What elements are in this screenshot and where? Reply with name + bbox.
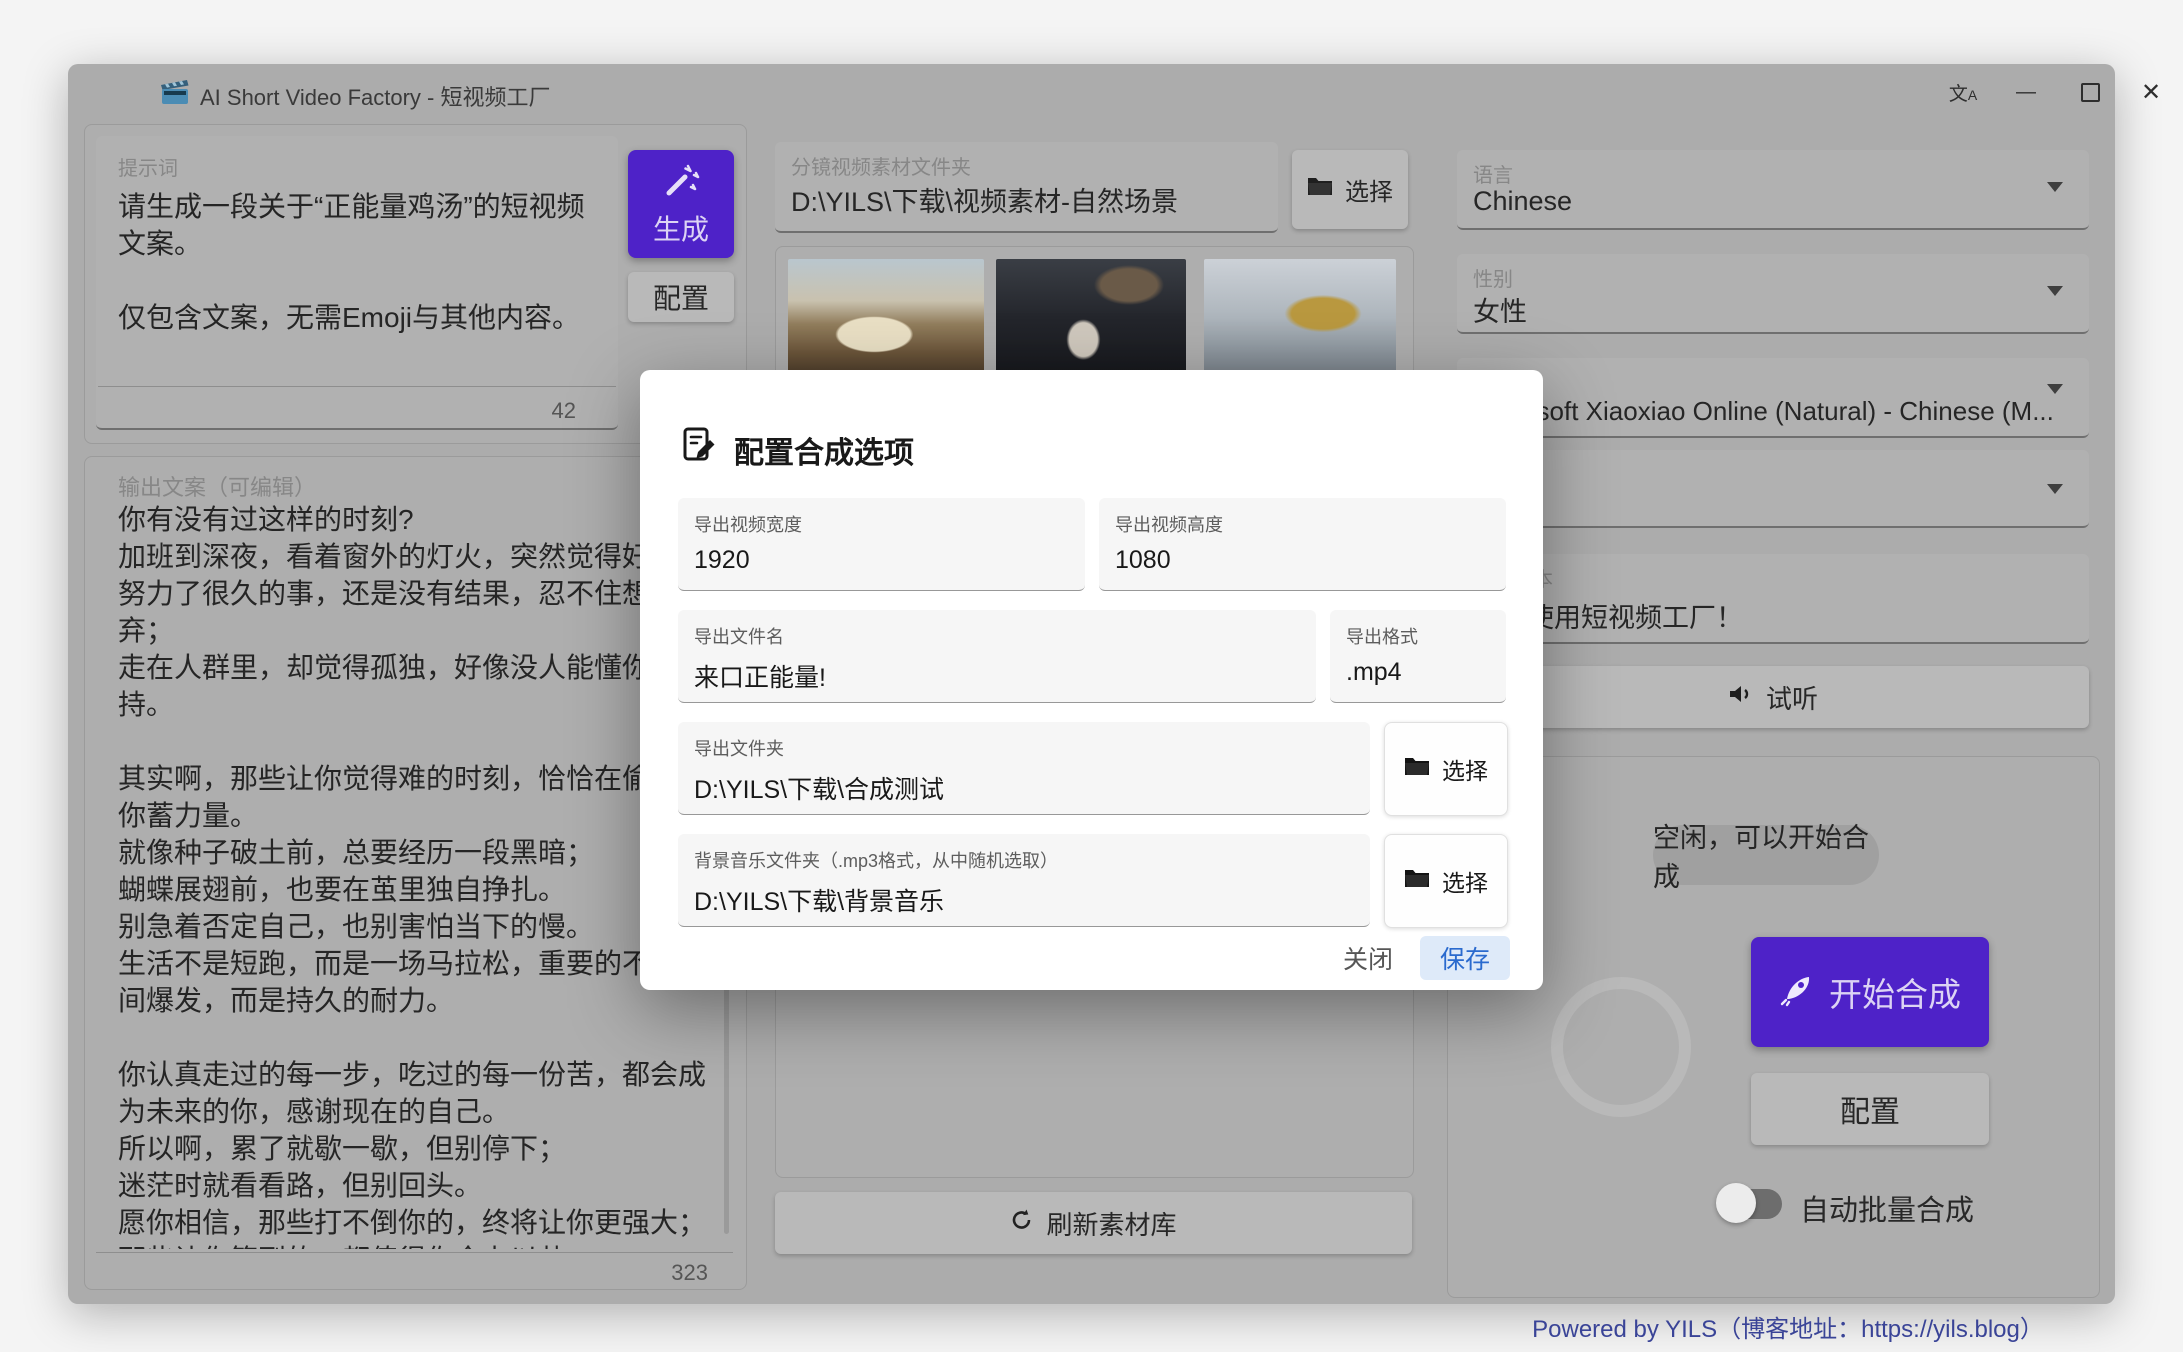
start-synthesis-button[interactable]: 开始合成	[1751, 937, 1989, 1047]
document-edit-icon	[682, 426, 718, 469]
minimize-icon: —	[2016, 81, 2036, 104]
progress-ring	[1551, 977, 1691, 1117]
refresh-icon	[1010, 1208, 1034, 1239]
listen-button[interactable]: 试听	[1457, 666, 2089, 728]
language-dropdown[interactable]: 语言 Chinese	[1457, 150, 2089, 230]
output-label: 输出文案（可编辑）	[118, 470, 316, 502]
export-folder-value: D:\YILS\下载\合成测试	[694, 770, 1370, 806]
window-title: AI Short Video Factory - 短视频工厂	[200, 80, 550, 112]
export-folder-select-label: 选择	[1442, 752, 1488, 786]
synthesis-panel: 空闲，可以开始合成 开始合成 配置 自动批量合成 P	[1447, 756, 2100, 1298]
status-badge: 空闲，可以开始合成	[1653, 825, 1879, 885]
powered-by-link[interactable]: Powered by YILS（博客地址：https://yils.blog）	[1508, 1309, 2068, 1344]
material-folder-label: 分镜视频素材文件夹	[791, 151, 971, 180]
refresh-library-button[interactable]: 刷新素材库	[775, 1192, 1412, 1254]
voice-dropdown[interactable]: Microsoft Xiaoxiao Online (Natural) - Ch…	[1457, 358, 2089, 438]
prompt-label: 提示词	[118, 152, 178, 181]
export-height-field[interactable]: 导出视频高度 1080	[1099, 498, 1506, 591]
material-folder-select-label: 选择	[1345, 172, 1393, 207]
preview-text-field[interactable]: 试听文本 欢迎使用短视频工厂！	[1457, 554, 2089, 644]
output-textarea[interactable]: 你有没有过这样的时刻? 加班到深夜，看着窗外的灯火，突然觉得好累； 努力了很久的…	[118, 501, 718, 1249]
generate-button[interactable]: 生成	[628, 150, 734, 258]
bgm-folder-field[interactable]: 背景音乐文件夹（.mp3格式，从中随机选取） D:\YILS\下载\背景音乐	[678, 834, 1370, 927]
output-divider	[96, 1252, 733, 1253]
export-folder-label: 导出文件夹	[694, 735, 1370, 761]
synthesis-config-button[interactable]: 配置	[1751, 1073, 1989, 1145]
close-icon: ✕	[2141, 78, 2161, 107]
bgm-folder-select-button[interactable]: 选择	[1384, 834, 1508, 928]
export-width-label: 导出视频宽度	[694, 511, 1085, 537]
gender-label: 性别	[1473, 263, 1513, 292]
export-width-field[interactable]: 导出视频宽度 1920	[678, 498, 1085, 591]
auto-batch-toggle[interactable]	[1716, 1183, 1786, 1223]
prompt-config-label: 配置	[653, 277, 709, 317]
dialog-save-button[interactable]: 保存	[1420, 936, 1510, 980]
bgm-folder-label: 背景音乐文件夹（.mp3格式，从中随机选取）	[694, 847, 1370, 873]
maximize-icon	[2081, 83, 2100, 102]
title-bar[interactable]: AI Short Video Factory - 短视频工厂 文A — ✕	[68, 64, 2115, 118]
export-width-value: 1920	[694, 546, 1085, 575]
dialog-close-button[interactable]: 关闭	[1330, 936, 1406, 980]
chevron-down-icon	[2047, 286, 2063, 296]
refresh-library-label: 刷新素材库	[1046, 1205, 1176, 1242]
material-folder-select-button[interactable]: 选择	[1292, 150, 1408, 229]
rate-dropdown[interactable]	[1457, 450, 2089, 528]
output-char-count: 323	[568, 1260, 708, 1286]
translate-icon: 文A	[1949, 79, 1977, 106]
bgm-folder-select-label: 选择	[1442, 864, 1488, 898]
material-folder-value: D:\YILS\下载\视频素材-自然场景	[791, 180, 1266, 219]
maximize-button[interactable]	[2068, 76, 2112, 108]
start-synthesis-label: 开始合成	[1829, 968, 1961, 1016]
app-clapperboard-icon	[160, 79, 190, 110]
prompt-char-count: 42	[476, 398, 576, 424]
export-filename-label: 导出文件名	[694, 623, 1316, 649]
export-format-value: .mp4	[1346, 658, 1506, 687]
config-dialog: 配置合成选项 导出视频宽度 1920 导出视频高度 1080 导出文件名 来口正…	[640, 370, 1543, 990]
toggle-thumb	[1716, 1183, 1756, 1223]
chevron-down-icon	[2047, 182, 2063, 192]
chevron-down-icon	[2047, 484, 2063, 494]
export-filename-field[interactable]: 导出文件名 来口正能量!	[678, 610, 1316, 703]
export-format-field[interactable]: 导出格式 .mp4	[1330, 610, 1506, 703]
export-filename-value: 来口正能量!	[694, 658, 1316, 694]
close-button[interactable]: ✕	[2129, 76, 2173, 108]
export-format-label: 导出格式	[1346, 623, 1506, 649]
magic-wand-icon	[661, 161, 701, 204]
auto-batch-label: 自动批量合成	[1800, 1187, 1974, 1229]
prompt-input[interactable]: 提示词 请生成一段关于“正能量鸡汤”的短视频文案。 仅包含文案，无需Emoji与…	[96, 136, 618, 430]
listen-button-label: 试听	[1766, 679, 1818, 716]
speaker-icon	[1728, 682, 1754, 713]
synthesis-config-label: 配置	[1840, 1087, 1900, 1131]
material-folder-field[interactable]: 分镜视频素材文件夹 D:\YILS\下载\视频素材-自然场景	[775, 142, 1278, 233]
language-switch-button[interactable]: 文A	[1941, 76, 1985, 108]
minimize-button[interactable]: —	[2004, 76, 2048, 108]
language-value: Chinese	[1473, 186, 1572, 217]
rocket-icon	[1779, 973, 1813, 1012]
export-folder-field[interactable]: 导出文件夹 D:\YILS\下载\合成测试	[678, 722, 1370, 815]
chevron-down-icon	[2047, 384, 2063, 394]
gender-dropdown[interactable]: 性别 女性	[1457, 254, 2089, 334]
folder-icon	[1404, 755, 1430, 783]
generate-button-label: 生成	[653, 208, 709, 248]
dialog-title: 配置合成选项	[734, 428, 914, 472]
prompt-config-button[interactable]: 配置	[628, 272, 734, 322]
prompt-divider	[98, 386, 616, 387]
gender-value: 女性	[1473, 290, 1527, 329]
export-height-label: 导出视频高度	[1115, 511, 1506, 537]
folder-icon	[1404, 867, 1430, 895]
screen: AI Short Video Factory - 短视频工厂 文A — ✕ 提示…	[0, 0, 2183, 1352]
export-height-value: 1080	[1115, 546, 1506, 575]
bgm-folder-value: D:\YILS\下载\背景音乐	[694, 882, 1370, 918]
language-label: 语言	[1473, 159, 1513, 188]
voice-value: Microsoft Xiaoxiao Online (Natural) - Ch…	[1473, 396, 2053, 427]
export-folder-select-button[interactable]: 选择	[1384, 722, 1508, 816]
folder-icon	[1307, 175, 1333, 204]
